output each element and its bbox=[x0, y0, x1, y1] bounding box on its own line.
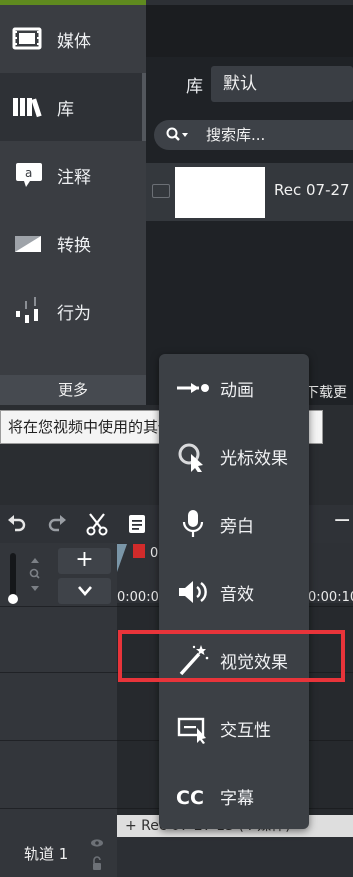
film-icon bbox=[12, 27, 42, 50]
cut-button[interactable] bbox=[80, 505, 114, 543]
list-view-icon bbox=[152, 184, 170, 198]
highlight-frame bbox=[118, 630, 345, 682]
eye-icon[interactable] bbox=[90, 836, 104, 850]
nav-item-library[interactable]: 库 bbox=[0, 73, 146, 141]
search-icon[interactable] bbox=[166, 127, 190, 143]
library-icon bbox=[13, 98, 42, 118]
clipboard-icon bbox=[129, 515, 145, 533]
interactive-icon bbox=[177, 717, 206, 744]
left-nav: 媒体 库 a 注释 转换 行为 bbox=[0, 5, 146, 375]
behavior-icon bbox=[16, 297, 38, 323]
svg-text:a: a bbox=[25, 166, 32, 180]
track-divider bbox=[0, 672, 117, 673]
menu-label-voice-narration: 旁白 bbox=[220, 517, 254, 537]
nav-item-transitions[interactable]: 转换 bbox=[0, 209, 146, 277]
menu-item-audio-effects[interactable]: 音效 bbox=[159, 558, 309, 626]
nav-item-annotations[interactable]: a 注释 bbox=[0, 141, 146, 209]
nav-item-behaviors[interactable]: 行为 bbox=[0, 277, 146, 345]
menu-label-audio-effects: 音效 bbox=[220, 585, 254, 605]
library-select[interactable]: 默认 bbox=[211, 66, 353, 102]
clip-thumbnail[interactable] bbox=[175, 167, 265, 218]
timeline-start-marker[interactable] bbox=[117, 544, 127, 572]
paste-button[interactable] bbox=[120, 505, 154, 543]
cursor-effect-icon bbox=[178, 443, 203, 472]
library-header bbox=[146, 5, 353, 57]
nav-label-annotations: 注释 bbox=[57, 168, 91, 188]
timecode-start: 0:00:0 bbox=[117, 590, 159, 605]
microphone-icon bbox=[182, 510, 204, 537]
annotation-icon: a bbox=[16, 163, 42, 187]
track-name: 轨道 1 bbox=[24, 845, 69, 863]
add-track-button[interactable]: + bbox=[58, 548, 111, 574]
scissors-icon bbox=[86, 513, 108, 536]
undo-button[interactable] bbox=[0, 505, 34, 543]
transition-icon bbox=[15, 236, 41, 252]
nav-label-behaviors: 行为 bbox=[57, 304, 91, 324]
more-button[interactable]: 更多 bbox=[0, 375, 146, 405]
nav-label-transitions: 转换 bbox=[57, 236, 91, 256]
menu-item-cursor-effects[interactable]: 光标效果 bbox=[159, 422, 309, 490]
volume-slider[interactable] bbox=[10, 553, 16, 599]
track-divider bbox=[0, 808, 117, 809]
track-divider bbox=[0, 740, 117, 741]
track-options-button[interactable] bbox=[58, 578, 111, 604]
timeline-clip-body[interactable] bbox=[117, 837, 353, 877]
undo-icon bbox=[8, 515, 26, 532]
lock-icon[interactable] bbox=[90, 856, 104, 872]
track-divider bbox=[0, 606, 117, 607]
nav-item-media[interactable]: 媒体 bbox=[0, 5, 146, 73]
download-more-link[interactable]: 下载更 bbox=[305, 382, 347, 402]
menu-item-voice-narration[interactable]: 旁白 bbox=[159, 490, 309, 558]
chevron-down-icon bbox=[77, 586, 92, 596]
app-window: 库 默认 搜索库... Rec 07-27 下载更 媒体 库 a 注释 转换 行… bbox=[0, 0, 353, 877]
menu-label-cursor-effects: 光标效果 bbox=[220, 449, 288, 469]
clip-name: Rec 07-27 bbox=[274, 181, 350, 199]
volume-slider-knob[interactable] bbox=[8, 594, 18, 604]
timecode-end: 0:00:10; bbox=[308, 590, 353, 605]
menu-item-animation[interactable]: 动画 bbox=[159, 354, 309, 422]
menu-item-captions[interactable]: CC 字幕 bbox=[159, 762, 309, 830]
menu-label-interactivity: 交互性 bbox=[220, 721, 271, 741]
menu-label-captions: 字幕 bbox=[220, 789, 254, 809]
redo-button[interactable] bbox=[40, 505, 74, 543]
menu-label-animation: 动画 bbox=[220, 381, 254, 401]
menu-item-interactivity[interactable]: 交互性 bbox=[159, 694, 309, 762]
nav-label-library: 库 bbox=[57, 100, 74, 120]
playhead[interactable] bbox=[133, 544, 145, 558]
cc-icon: CC bbox=[176, 787, 204, 809]
library-label: 库 bbox=[186, 77, 203, 97]
nav-label-media: 媒体 bbox=[57, 32, 91, 52]
zoom-track-icon bbox=[29, 558, 40, 591]
ruler-mark: 0 bbox=[150, 546, 159, 561]
animation-arrow-icon bbox=[177, 383, 209, 393]
zoom-out-button[interactable]: − bbox=[333, 508, 351, 533]
svg-text:CC: CC bbox=[176, 787, 204, 809]
speaker-icon bbox=[179, 581, 207, 603]
redo-icon bbox=[48, 515, 66, 532]
